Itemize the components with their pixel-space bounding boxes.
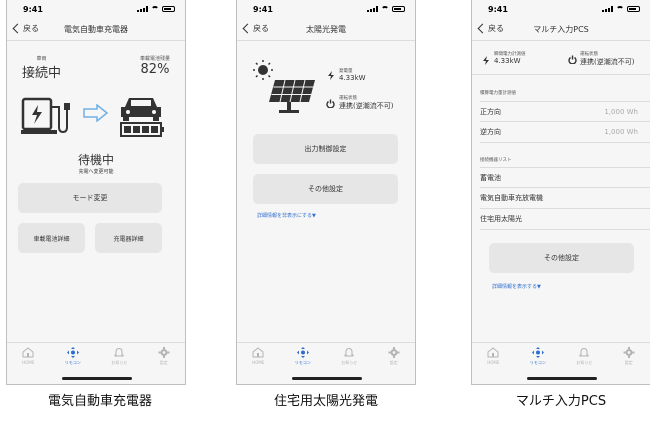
tab-home[interactable]: HOME (252, 343, 264, 370)
instant-power-value: 4.33kW (494, 57, 521, 65)
forward-row: 正方向 1,000 Wh (480, 101, 650, 122)
ev-charger-screen: 9:41 戻る 電気自動車充電器 車両 接続中 車載電池残量 82% 待機中 充… (6, 0, 186, 385)
nav-bar: 戻る 電気自動車充電器 (7, 19, 185, 41)
tab-home[interactable]: HOME (22, 343, 34, 370)
tab-settings[interactable]: 設定 (388, 343, 400, 370)
vehicle-status: 接続中 (22, 66, 62, 81)
gear-icon (623, 347, 635, 358)
list-item: 住宅用太陽光 (480, 209, 650, 230)
status-bar: 9:41 (7, 0, 185, 18)
nav-bar: 戻る マルチ入力PCS (472, 19, 650, 41)
devices-header: 接続機器リスト (480, 158, 512, 163)
remote-icon (531, 347, 544, 358)
battery-icon (162, 6, 175, 12)
tab-bar: HOME リモコン お知らせ 設定 (237, 342, 415, 370)
vehicle-label: 車両 (36, 56, 47, 62)
page-title: 太陽光発電 (306, 25, 346, 34)
tab-bar: HOME リモコン お知らせ 設定 (472, 342, 650, 370)
generation-value: 4.33kW (339, 74, 366, 82)
home-icon (22, 347, 34, 358)
tab-remote[interactable]: リモコン (65, 343, 81, 370)
status-time: 9:41 (488, 5, 508, 14)
status-bar: 9:41 (472, 0, 650, 18)
battery-icon (392, 6, 405, 12)
divider (472, 74, 650, 75)
wifi-icon (151, 6, 159, 12)
multi-input-pcs-screen: 9:41 戻る マルチ入力PCS 瞬間電力計測値 4.33kW 運転状態 連携(… (471, 0, 650, 385)
tab-notifications[interactable]: お知らせ (111, 343, 127, 370)
output-control-button[interactable]: 出力制御設定 (253, 134, 398, 164)
tab-home[interactable]: HOME (487, 343, 499, 370)
home-icon (487, 347, 499, 358)
arrow-right-icon (83, 104, 109, 122)
other-settings-button[interactable]: その他設定 (253, 174, 398, 204)
mode-change-button[interactable]: モード変更 (18, 183, 162, 213)
tab-notifications[interactable]: お知らせ (341, 343, 357, 370)
home-indicator (292, 377, 362, 380)
power-icon (326, 99, 335, 108)
charging-state: 待機中 (77, 153, 114, 167)
list-item: 電気自動車充放電機 (480, 188, 650, 209)
caption-solar: 住宅用太陽光発電 (273, 394, 378, 409)
status-time: 9:41 (253, 5, 273, 14)
cumulative-header: 積算電力量計測値 (480, 91, 516, 96)
page-title: マルチ入力PCS (533, 25, 589, 34)
tab-notifications[interactable]: お知らせ (576, 343, 592, 370)
bell-icon (579, 347, 589, 357)
page-title: 電気自動車充電器 (64, 25, 128, 34)
battery-icon (627, 6, 640, 12)
nav-bar: 戻る 太陽光発電 (237, 19, 415, 41)
wifi-icon (616, 6, 624, 12)
charger-icon (21, 97, 70, 134)
remote-icon (296, 347, 309, 358)
solar-panel-icon (253, 60, 315, 113)
solar-screen: 9:41 戻る 太陽光発電 発電量 4.33kW 運転状態 連携(逆潮流不可) … (236, 0, 416, 385)
signal-icon (137, 6, 148, 12)
signal-icon (367, 6, 378, 12)
power-icon (568, 55, 577, 64)
reverse-row: 逆方向 1,000 Wh (480, 122, 650, 143)
operation-value: 連携(逆潮流不可) (580, 58, 635, 66)
tab-bar: HOME リモコン お知らせ 設定 (7, 342, 185, 370)
status-bar: 9:41 (237, 0, 415, 18)
charging-state-sub: 充電へ変更可能 (78, 169, 114, 175)
tab-remote[interactable]: リモコン (530, 343, 546, 370)
operation-value: 連携(逆潮流不可) (339, 102, 394, 110)
car-battery-icon (120, 98, 164, 137)
tab-settings[interactable]: 設定 (158, 343, 170, 370)
bell-icon (344, 347, 354, 357)
lightning-icon (328, 71, 334, 80)
gear-icon (388, 347, 400, 358)
signal-icon (602, 6, 613, 12)
home-indicator (527, 377, 597, 380)
home-icon (252, 347, 264, 358)
toggle-details-link[interactable]: 詳細情報を表示する▼ (492, 283, 541, 290)
tab-settings[interactable]: 設定 (623, 343, 635, 370)
wifi-icon (381, 6, 389, 12)
charger-detail-button[interactable]: 充電器詳細 (95, 223, 162, 253)
lightning-icon (483, 56, 489, 65)
status-time: 9:41 (23, 5, 43, 14)
list-item: 蓄電池 (480, 167, 650, 188)
caption-ev-charger: 電気自動車充電器 (47, 394, 152, 409)
battery-value: 82% (140, 62, 170, 77)
other-settings-button[interactable]: その他設定 (489, 243, 634, 273)
bell-icon (114, 347, 124, 357)
tab-remote[interactable]: リモコン (295, 343, 311, 370)
battery-detail-button[interactable]: 車載電池詳細 (18, 223, 85, 253)
home-indicator (62, 377, 132, 380)
remote-icon (66, 347, 79, 358)
caption-multi-pcs: マルチ入力PCS (515, 394, 607, 409)
battery-label: 車載電池残量 (139, 56, 170, 62)
gear-icon (158, 347, 170, 358)
toggle-details-link[interactable]: 詳細情報を非表示にする▼ (257, 212, 316, 219)
